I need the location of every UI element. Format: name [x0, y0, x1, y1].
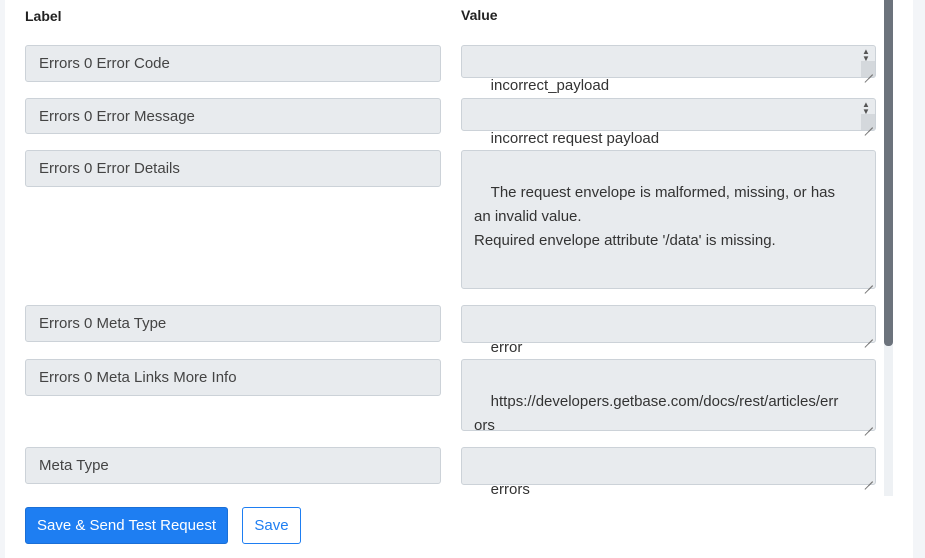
resize-handle-icon[interactable] — [864, 66, 873, 75]
resize-handle-icon[interactable] — [864, 119, 873, 128]
row-label-meta-type-2: Meta Type — [25, 447, 441, 484]
row-label-error-details: Errors 0 Error Details — [25, 150, 441, 187]
mapping-panel: Label Value Errors 0 Error Code incorrec… — [5, 0, 913, 558]
save-button[interactable]: Save — [242, 507, 301, 544]
resize-handle-icon[interactable] — [864, 277, 873, 286]
value-text: incorrect_payload — [490, 77, 610, 94]
row-value-error-details[interactable]: The request envelope is malformed, missi… — [461, 150, 876, 289]
row-value-error-message[interactable]: incorrect request payload ▲ ▼ — [461, 98, 876, 147]
scrollbar-thumb[interactable] — [884, 0, 893, 346]
save-and-send-test-request-button[interactable]: Save & Send Test Request — [25, 507, 228, 544]
row-value-error-code[interactable]: incorrect_payload ▲ ▼ — [461, 45, 876, 94]
row-label-error-code: Errors 0 Error Code — [25, 45, 441, 82]
spinner-icon[interactable]: ▲ ▼ — [860, 48, 872, 63]
spinner-icon[interactable]: ▲ ▼ — [860, 101, 872, 116]
row-value-meta-links-more-info[interactable]: https://developers.getbase.com/docs/rest… — [461, 359, 876, 434]
value-column-header: Value — [461, 7, 498, 23]
value-text: errors — [490, 481, 530, 498]
resize-handle-icon[interactable] — [864, 473, 873, 482]
row-value-meta-type[interactable]: error — [461, 305, 876, 356]
resize-handle-icon[interactable] — [864, 419, 873, 428]
label-column-header: Label — [25, 8, 62, 24]
value-text: incorrect request payload — [490, 130, 660, 147]
resize-handle-icon[interactable] — [864, 331, 873, 340]
value-text: https://developers.getbase.com/docs/rest… — [474, 393, 839, 434]
row-label-error-message: Errors 0 Error Message — [25, 98, 441, 134]
value-text: error — [490, 339, 523, 356]
row-label-meta-links-more-info: Errors 0 Meta Links More Info — [25, 359, 441, 396]
row-label-meta-type: Errors 0 Meta Type — [25, 305, 441, 342]
value-text: The request envelope is malformed, missi… — [474, 184, 835, 249]
row-value-meta-type-2[interactable]: errors — [461, 447, 876, 498]
